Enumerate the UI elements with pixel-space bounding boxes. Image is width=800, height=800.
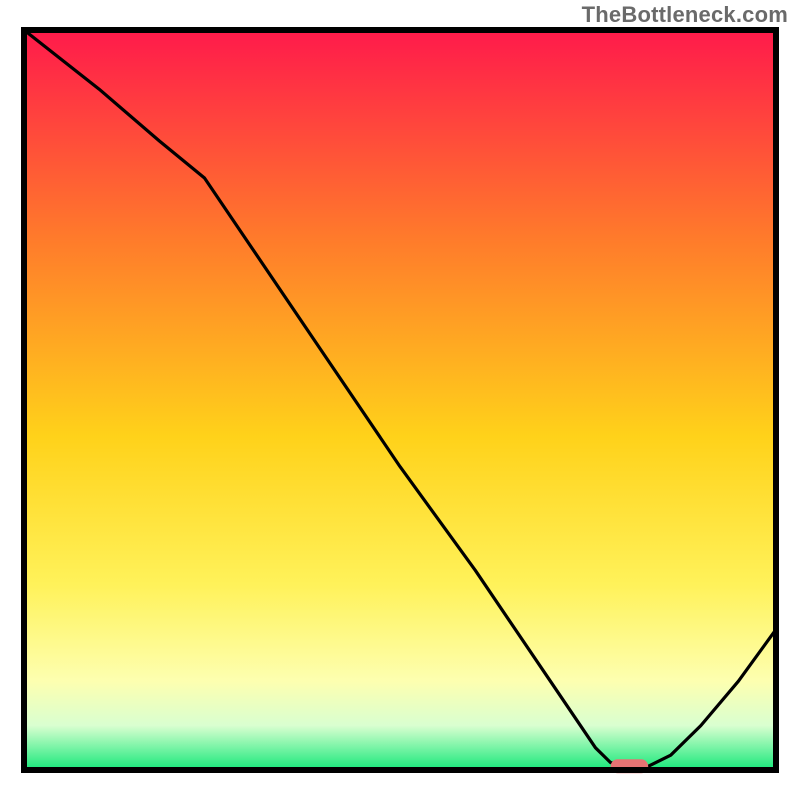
bottleneck-chart — [0, 0, 800, 800]
plot-background — [24, 30, 776, 770]
chart-frame: TheBottleneck.com — [0, 0, 800, 800]
watermark-text: TheBottleneck.com — [582, 2, 788, 28]
